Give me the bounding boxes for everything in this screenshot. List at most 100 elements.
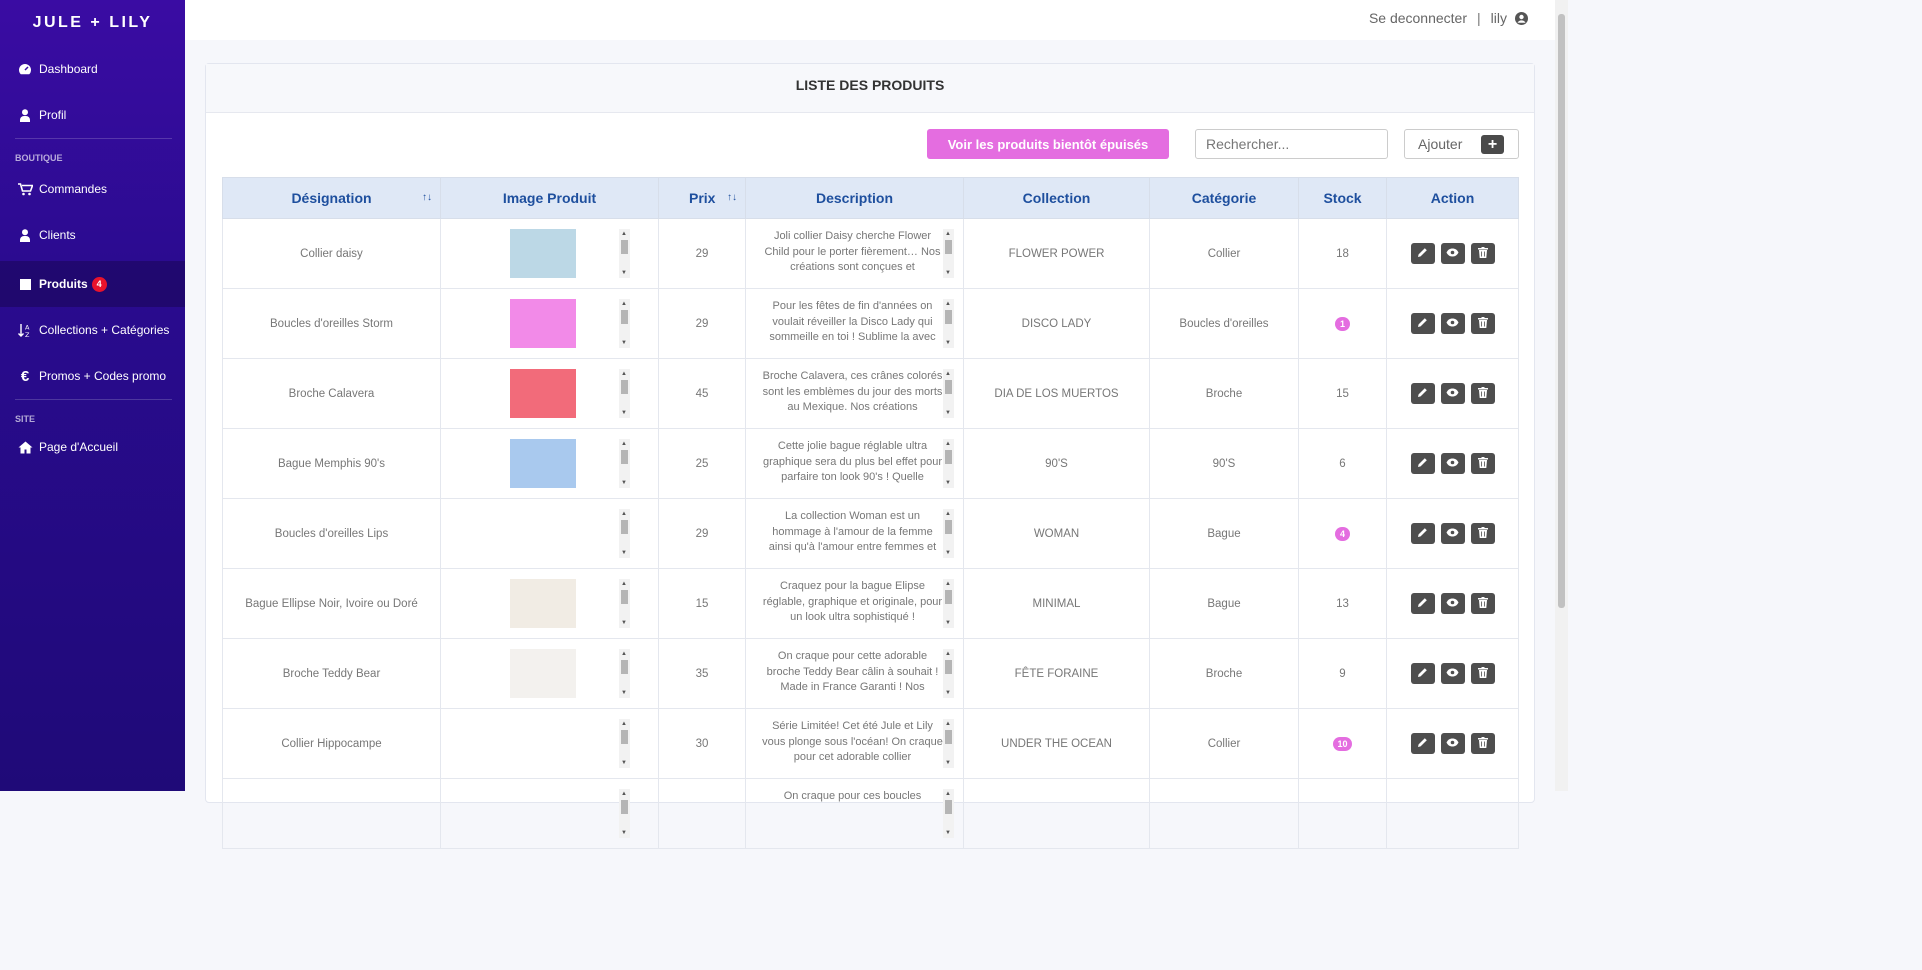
pencil-icon xyxy=(1417,527,1428,541)
cell-designation: Bague Ellipse Noir, Ivoire ou Doré xyxy=(222,568,441,639)
sidebar-item-page-accueil[interactable]: Page d'Accueil xyxy=(0,430,185,464)
square-icon xyxy=(17,276,33,292)
description-text: Cette jolie bague réglable ultra graphiq… xyxy=(763,440,942,483)
sidebar-item-commandes[interactable]: Commandes xyxy=(0,169,185,209)
add-product-button[interactable]: Ajouter + xyxy=(1404,129,1519,159)
sidebar-item-profil[interactable]: Profil xyxy=(0,92,185,138)
delete-button[interactable] xyxy=(1470,523,1495,544)
cell-scrollbar[interactable]: ▲ ▼ xyxy=(619,299,630,348)
stock-value: 15 xyxy=(1336,387,1349,400)
sidebar-item-produits[interactable]: Produits 4 xyxy=(0,261,185,307)
cell-scrollbar[interactable]: ▲ ▼ xyxy=(619,789,630,838)
view-button[interactable] xyxy=(1440,383,1465,404)
brand-logo[interactable]: JULE + LILY xyxy=(0,0,185,46)
cell-scrollbar[interactable]: ▲ ▼ xyxy=(943,579,954,628)
delete-button[interactable] xyxy=(1470,383,1495,404)
table-row: Boucles d'oreilles Storm ▲ ▼ 29 Pour les fêt… xyxy=(222,288,1519,359)
cell-description: Joli collier Daisy cherche Flower Child … xyxy=(745,218,964,289)
page-scrollbar[interactable] xyxy=(1555,0,1568,791)
product-image[interactable] xyxy=(510,649,576,698)
cell-collection: WOMAN xyxy=(963,498,1150,569)
cell-scrollbar[interactable]: ▲ ▼ xyxy=(619,229,630,278)
low-stock-button[interactable]: Voir les produits bientôt épuisés xyxy=(927,129,1169,159)
col-header-prix[interactable]: Prix ↑↓ xyxy=(658,177,746,219)
cell-scrollbar[interactable]: ▲ ▼ xyxy=(943,719,954,768)
page-title: LISTE DES PRODUITS xyxy=(206,64,1534,113)
cell-prix xyxy=(658,778,746,849)
cell-scrollbar[interactable]: ▲ ▼ xyxy=(943,789,954,838)
product-image[interactable] xyxy=(510,229,576,278)
cell-scrollbar[interactable]: ▲ ▼ xyxy=(943,509,954,558)
view-button[interactable] xyxy=(1440,663,1465,684)
cell-categorie: Broche xyxy=(1149,358,1299,429)
view-button[interactable] xyxy=(1440,313,1465,334)
cell-image: ▲ ▼ xyxy=(440,708,659,779)
product-image[interactable] xyxy=(510,509,576,558)
edit-button[interactable] xyxy=(1410,663,1435,684)
edit-button[interactable] xyxy=(1410,733,1435,754)
cell-scrollbar[interactable]: ▲ ▼ xyxy=(943,649,954,698)
cell-scrollbar[interactable]: ▲ ▼ xyxy=(619,439,630,488)
product-image[interactable] xyxy=(510,439,576,488)
plus-icon: + xyxy=(1481,135,1504,154)
cell-scrollbar[interactable]: ▲ ▼ xyxy=(943,299,954,348)
view-button[interactable] xyxy=(1440,243,1465,264)
cell-scrollbar[interactable]: ▲ ▼ xyxy=(619,719,630,768)
eye-icon xyxy=(1446,598,1459,610)
svg-text:Z: Z xyxy=(25,331,30,338)
user-circle-icon[interactable] xyxy=(1515,11,1528,25)
username[interactable]: lily xyxy=(1491,10,1507,26)
trash-icon xyxy=(1477,736,1488,751)
view-button[interactable] xyxy=(1440,593,1465,614)
cell-image: ▲ ▼ xyxy=(440,358,659,429)
pencil-icon xyxy=(1417,387,1428,401)
view-button[interactable] xyxy=(1440,523,1465,544)
col-header-designation[interactable]: Désignation ↑↓ xyxy=(222,177,441,219)
edit-button[interactable] xyxy=(1410,313,1435,334)
product-image[interactable] xyxy=(510,719,576,768)
table-row: Broche Calavera ▲ ▼ 45 Broche Calavera, ces … xyxy=(222,358,1519,429)
cell-scrollbar[interactable]: ▲ ▼ xyxy=(619,649,630,698)
col-header-collection: Collection xyxy=(963,177,1150,219)
col-header-description: Description xyxy=(745,177,964,219)
sort-icon[interactable]: ↑↓ xyxy=(422,192,432,203)
product-image[interactable] xyxy=(510,579,576,628)
cell-collection: DISCO LADY xyxy=(963,288,1150,359)
cell-scrollbar[interactable]: ▲ ▼ xyxy=(619,369,630,418)
sort-icon[interactable]: ↑↓ xyxy=(727,192,737,203)
logout-link[interactable]: Se deconnecter xyxy=(1369,10,1467,26)
delete-button[interactable] xyxy=(1470,593,1495,614)
sidebar-item-clients[interactable]: Clients xyxy=(0,209,185,261)
sidebar-item-collections[interactable]: AZ Collections + Catégories xyxy=(0,307,185,353)
delete-button[interactable] xyxy=(1470,663,1495,684)
sidebar-item-promos[interactable]: € Promos + Codes promo xyxy=(0,353,185,399)
cell-scrollbar[interactable]: ▲ ▼ xyxy=(943,229,954,278)
delete-button[interactable] xyxy=(1470,313,1495,334)
edit-button[interactable] xyxy=(1410,523,1435,544)
cell-categorie: Boucles d'oreilles xyxy=(1149,288,1299,359)
cell-scrollbar[interactable]: ▲ ▼ xyxy=(943,439,954,488)
top-bar: Se deconnecter | lily xyxy=(185,0,1555,40)
edit-button[interactable] xyxy=(1410,453,1435,474)
delete-button[interactable] xyxy=(1470,453,1495,474)
scrollbar-thumb[interactable] xyxy=(1558,14,1565,608)
sidebar-item-dashboard[interactable]: Dashboard xyxy=(0,46,185,92)
view-button[interactable] xyxy=(1440,733,1465,754)
search-input[interactable] xyxy=(1195,129,1388,159)
cell-image: ▲ ▼ xyxy=(440,498,659,569)
cell-scrollbar[interactable]: ▲ ▼ xyxy=(943,369,954,418)
edit-button[interactable] xyxy=(1410,243,1435,264)
cell-designation: Boucles d'oreilles Storm xyxy=(222,288,441,359)
product-image[interactable] xyxy=(510,369,576,418)
col-header-action: Action xyxy=(1386,177,1519,219)
view-button[interactable] xyxy=(1440,453,1465,474)
cell-scrollbar[interactable]: ▲ ▼ xyxy=(619,509,630,558)
products-table: Désignation ↑↓ Image Produit Prix ↑↓ Descr… xyxy=(222,177,1519,849)
delete-button[interactable] xyxy=(1470,243,1495,264)
delete-button[interactable] xyxy=(1470,733,1495,754)
edit-button[interactable] xyxy=(1410,593,1435,614)
edit-button[interactable] xyxy=(1410,383,1435,404)
cell-scrollbar[interactable]: ▲ ▼ xyxy=(619,579,630,628)
product-image[interactable] xyxy=(510,299,576,348)
cell-action xyxy=(1386,358,1519,429)
